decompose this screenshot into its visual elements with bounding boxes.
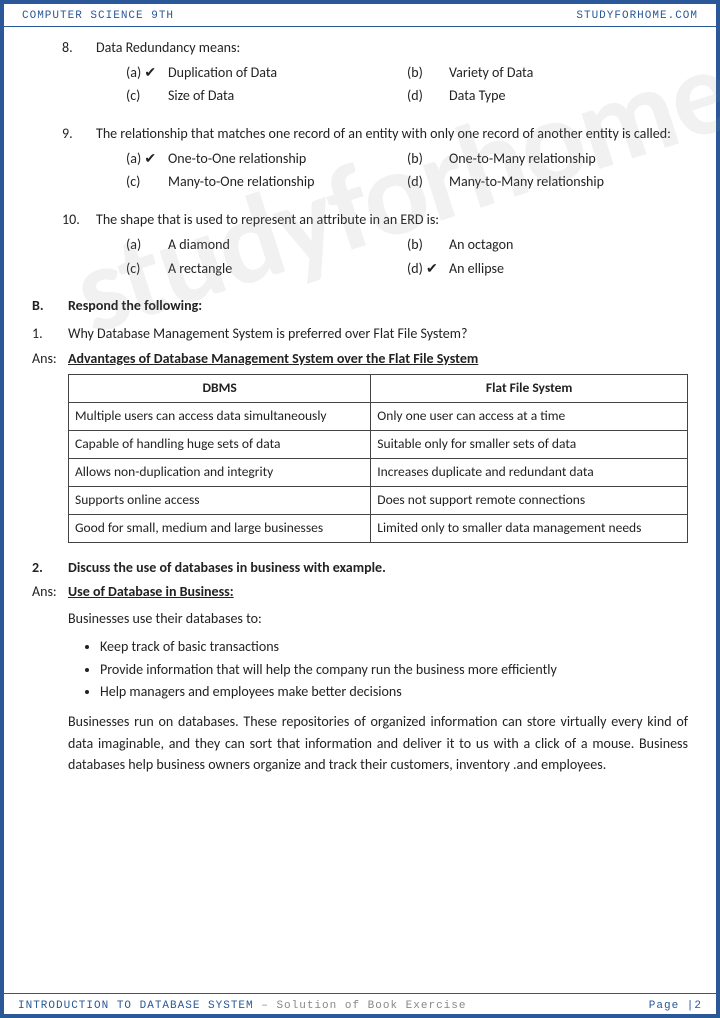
opt-text: A rectangle xyxy=(168,258,407,280)
header-right: STUDYFORHOME.COM xyxy=(576,10,698,22)
opt-text: Duplication of Data xyxy=(168,62,407,84)
q-num: 8. xyxy=(62,37,96,59)
q-text: The shape that is used to represent an a… xyxy=(96,209,688,231)
q-num: 1. xyxy=(32,323,68,345)
page-header: COMPUTER SCIENCE 9TH STUDYFORHOME.COM xyxy=(4,4,716,27)
comparison-table: DBMSFlat File System Multiple users can … xyxy=(68,374,688,543)
ans-label: Ans: xyxy=(32,348,68,370)
q-text: Why Database Management System is prefer… xyxy=(68,323,467,345)
opt-label: (b) xyxy=(407,62,449,84)
q-num: 9. xyxy=(62,123,96,145)
opt-label: (d) xyxy=(407,85,449,107)
table-header: Flat File System xyxy=(371,375,688,403)
opt-text: An ellipse xyxy=(449,258,688,280)
section-text: Respond the following: xyxy=(68,295,202,317)
opt-label: (c) xyxy=(126,85,168,107)
q-text: Discuss the use of databases in business… xyxy=(68,557,386,579)
mcq-10: 10.The shape that is used to represent a… xyxy=(62,209,688,281)
opt-text: Variety of Data xyxy=(449,62,688,84)
q-text: Data Redundancy means: xyxy=(96,37,688,59)
page-number: Page |2 xyxy=(649,1000,702,1012)
q-num: 2. xyxy=(32,557,68,579)
footer-sub: – Solution of Book Exercise xyxy=(254,1000,467,1012)
q-text: The relationship that matches one record… xyxy=(96,123,688,145)
ans-text: Advantages of Database Management System… xyxy=(68,348,478,370)
opt-text: Size of Data xyxy=(168,85,407,107)
table-cell: Allows non-duplication and integrity xyxy=(69,459,371,487)
opt-label: (b) xyxy=(407,234,449,256)
ans-text: Use of Database in Business: xyxy=(68,581,234,603)
opt-text: One-to-One relationship xyxy=(168,148,407,170)
opt-text: One-to-Many relationship xyxy=(449,148,688,170)
opt-label: (d) ✔ xyxy=(407,258,449,280)
opt-text: Data Type xyxy=(449,85,688,107)
section-label: B. xyxy=(32,295,68,317)
footer-title: INTRODUCTION TO DATABASE SYSTEM xyxy=(18,1000,254,1012)
table-header: DBMS xyxy=(69,375,371,403)
answer-1-heading: Ans: Advantages of Database Management S… xyxy=(32,348,688,370)
list-item: Keep track of basic transactions xyxy=(100,636,688,658)
question-1: 1. Why Database Management System is pre… xyxy=(32,323,688,345)
opt-text: An octagon xyxy=(449,234,688,256)
answer-2-heading: Ans: Use of Database in Business: xyxy=(32,581,688,603)
bullet-list: Keep track of basic transactions Provide… xyxy=(100,636,688,703)
table-cell: Limited only to smaller data management … xyxy=(371,514,688,542)
q-num: 10. xyxy=(62,209,96,231)
opt-text: Many-to-One relationship xyxy=(168,171,407,193)
list-item: Help managers and employees make better … xyxy=(100,681,688,703)
paragraph: Businesses run on databases. These repos… xyxy=(68,711,688,776)
intro-text: Businesses use their databases to: xyxy=(68,608,688,630)
table-cell: Increases duplicate and redundant data xyxy=(371,459,688,487)
opt-label: (b) xyxy=(407,148,449,170)
page-frame: COMPUTER SCIENCE 9TH STUDYFORHOME.COM st… xyxy=(0,0,720,1018)
mcq-8: 8.Data Redundancy means: (a) ✔Duplicatio… xyxy=(62,37,688,109)
table-cell: Multiple users can access data simultane… xyxy=(69,403,371,431)
opt-label: (c) xyxy=(126,171,168,193)
content-area: studyforhome.com 8.Data Redundancy means… xyxy=(4,27,716,776)
table-cell: Supports online access xyxy=(69,486,371,514)
opt-label: (a) xyxy=(126,234,168,256)
mcq-9: 9.The relationship that matches one reco… xyxy=(62,123,688,195)
table-cell: Does not support remote connections xyxy=(371,486,688,514)
opt-label: (a) ✔ xyxy=(126,148,168,170)
table-cell: Suitable only for smaller sets of data xyxy=(371,431,688,459)
section-b-heading: B. Respond the following: xyxy=(32,295,688,317)
opt-label: (a) ✔ xyxy=(126,62,168,84)
page-footer: INTRODUCTION TO DATABASE SYSTEM – Soluti… xyxy=(0,993,720,1018)
table-cell: Capable of handling huge sets of data xyxy=(69,431,371,459)
table-cell: Good for small, medium and large busines… xyxy=(69,514,371,542)
opt-text: Many-to-Many relationship xyxy=(449,171,688,193)
header-left: COMPUTER SCIENCE 9TH xyxy=(22,10,174,22)
question-2: 2. Discuss the use of databases in busin… xyxy=(32,557,688,579)
opt-label: (d) xyxy=(407,171,449,193)
opt-label: (c) xyxy=(126,258,168,280)
list-item: Provide information that will help the c… xyxy=(100,659,688,681)
ans-label: Ans: xyxy=(32,581,68,603)
footer-left: INTRODUCTION TO DATABASE SYSTEM – Soluti… xyxy=(18,1000,466,1012)
opt-text: A diamond xyxy=(168,234,407,256)
table-cell: Only one user can access at a time xyxy=(371,403,688,431)
